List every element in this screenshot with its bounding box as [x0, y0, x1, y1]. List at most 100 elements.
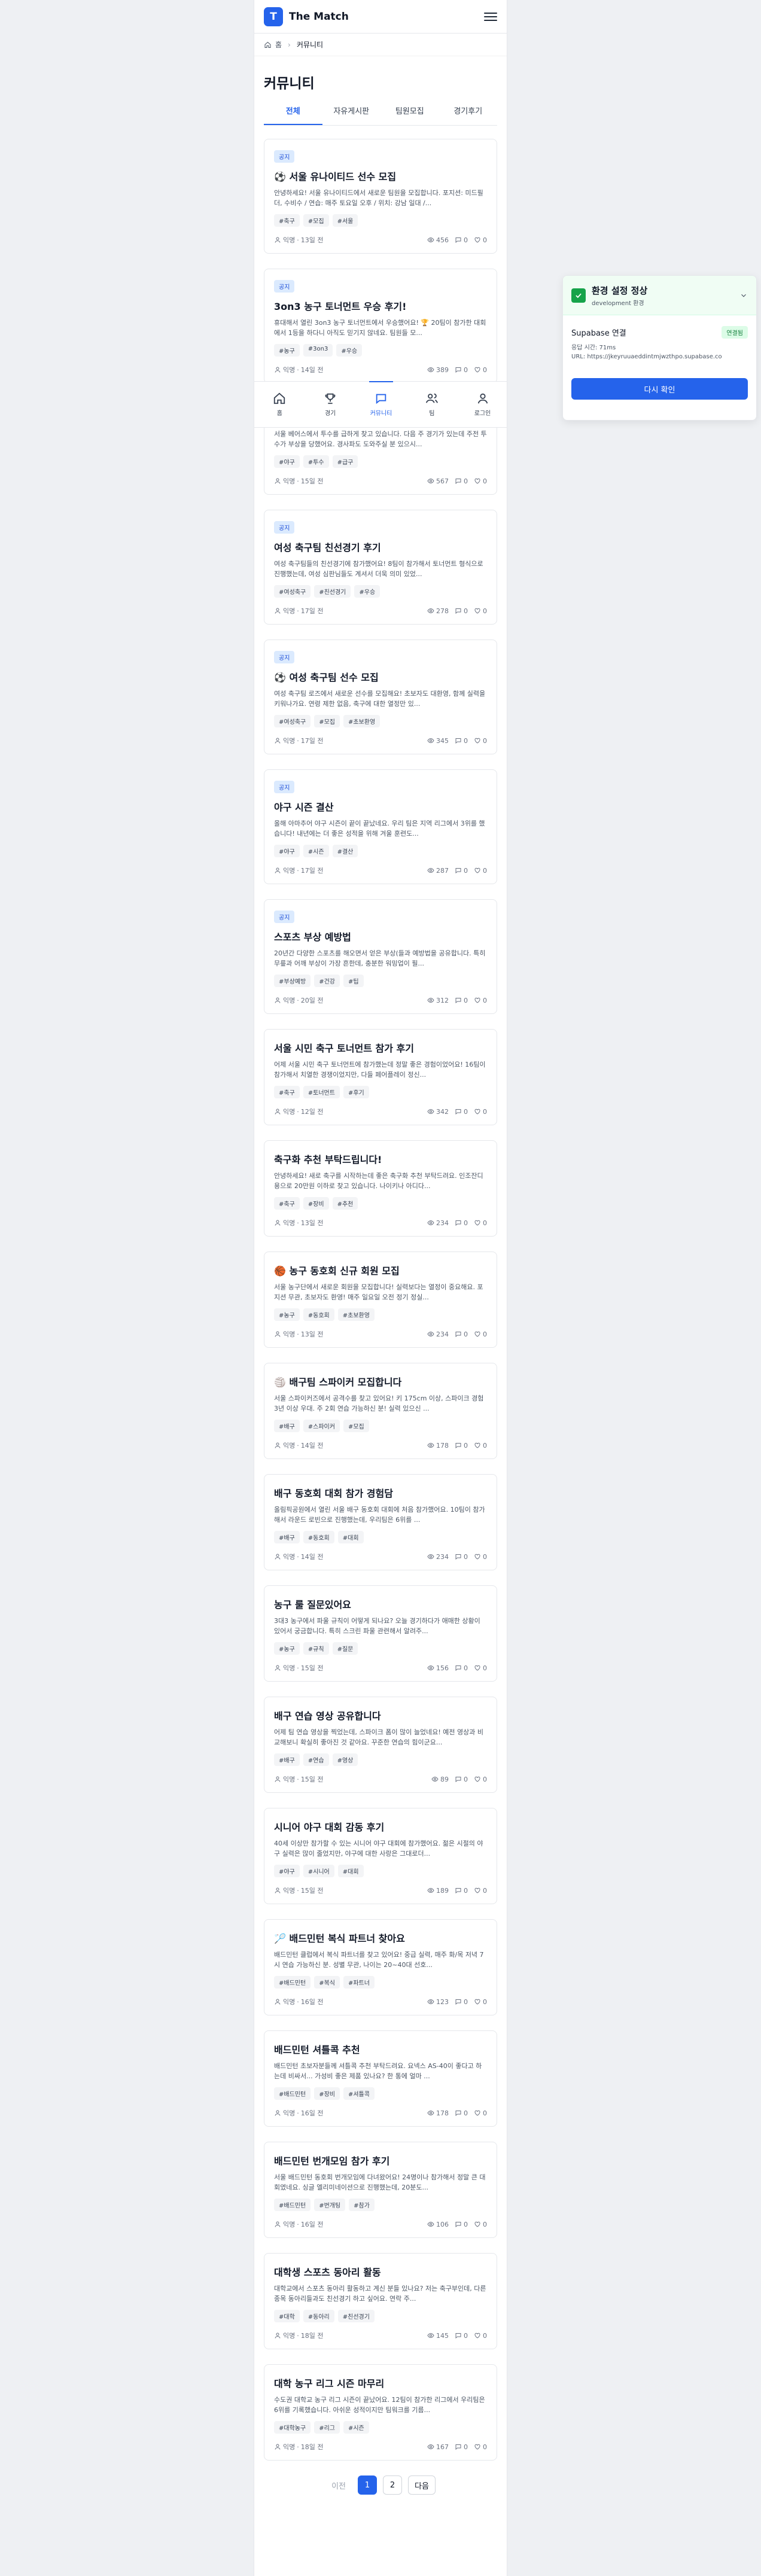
post-tag[interactable]: #대회	[337, 1531, 364, 1543]
post-tag[interactable]: #농구	[274, 1308, 300, 1321]
post-tag[interactable]: #배구	[274, 1753, 300, 1766]
post-tag[interactable]: #배구	[274, 1531, 300, 1543]
post-tag[interactable]: #모집	[343, 1420, 369, 1432]
post-title[interactable]: 🏐 배구팀 스파이커 모집합니다	[274, 1374, 487, 1389]
app-name[interactable]: The Match	[289, 11, 349, 23]
post-tag[interactable]: #배구	[274, 1420, 300, 1432]
post-title[interactable]: 배구 동호회 대회 참가 경험담	[274, 1485, 487, 1500]
post-title[interactable]: 대학 농구 리그 시즌 마무리	[274, 2376, 487, 2390]
post-card[interactable]: 🏸 배드민턴 복식 파트너 찾아요 배드민턴 클럽에서 복식 파트너를 찾고 있어…	[264, 1919, 497, 2015]
post-tag[interactable]: #친선경기	[337, 2310, 375, 2322]
post-tag[interactable]: #추천	[332, 1197, 358, 1210]
post-tag[interactable]: #급구	[332, 455, 358, 468]
post-title[interactable]: 대학생 스포츠 동아리 활동	[274, 2264, 487, 2279]
post-card[interactable]: 공지 야구 시즌 결산 올해 아마추어 야구 시즌이 끝이 끝났네요. 우리 팀은 …	[264, 769, 497, 884]
post-card[interactable]: 서울 시민 축구 토너먼트 참가 후기 어제 서울 시민 축구 토너먼트에 참가했…	[264, 1029, 497, 1125]
app-logo[interactable]: T	[264, 7, 283, 26]
post-tag[interactable]: #동호회	[303, 1308, 334, 1321]
tab-2[interactable]: 팀원모집	[380, 99, 439, 125]
nav-item-trophy[interactable]: 경기	[305, 382, 356, 427]
nav-item-team[interactable]: 팀	[406, 382, 457, 427]
post-card[interactable]: 시니어 야구 대회 감동 후기 40세 이상만 참가할 수 있는 시니어 야구 대…	[264, 1808, 497, 1904]
tab-1[interactable]: 자유게시판	[322, 99, 381, 125]
post-title[interactable]: 🏸 배드민턴 복식 파트너 찾아요	[274, 1931, 487, 1945]
env-panel-header[interactable]: 환경 설정 정상 development 환경	[563, 276, 756, 315]
post-card[interactable]: 대학생 스포츠 동아리 활동 대학교에서 스포츠 동아리 활동하고 계신 분들 있…	[264, 2253, 497, 2349]
breadcrumb-home[interactable]: 홈	[275, 39, 282, 50]
post-tag[interactable]: #초보환영	[337, 1308, 375, 1321]
post-tag[interactable]: #셔틀콕	[343, 2087, 375, 2100]
post-tag[interactable]: #부상예방	[274, 975, 311, 987]
tab-0[interactable]: 전체	[264, 99, 322, 125]
post-card[interactable]: 농구 룰 질문있어요 3대3 농구에서 파울 규칙이 어떻게 되나요? 오늘 경기…	[264, 1585, 497, 1682]
post-tag[interactable]: #모집	[303, 214, 329, 227]
post-title[interactable]: 야구 시즌 결산	[274, 799, 487, 814]
post-tag[interactable]: #서울	[332, 214, 358, 227]
post-tag[interactable]: #토너먼트	[303, 1086, 340, 1098]
post-tag[interactable]: #모집	[314, 715, 340, 727]
post-tag[interactable]: #대회	[337, 1865, 364, 1877]
post-tag[interactable]: #후기	[343, 1086, 369, 1098]
post-tag[interactable]: #시즌	[343, 2421, 369, 2434]
post-card[interactable]: 공지 ⚽ 여성 축구팀 선수 모집 여성 축구팀 로즈에서 새로운 선수를 모집해요…	[264, 640, 497, 754]
page-button-2[interactable]: 2	[383, 2475, 402, 2495]
post-card[interactable]: 공지 3on3 농구 토너먼트 우승 후기! 휴대해서 열린 3on3 농구 토너먼…	[264, 269, 497, 383]
post-tag[interactable]: #친선경기	[314, 585, 351, 598]
post-tag[interactable]: #동아리	[303, 2310, 334, 2322]
nav-item-chat[interactable]: 커뮤니티	[356, 381, 407, 427]
post-title[interactable]: ⚽ 여성 축구팀 선수 모집	[274, 669, 487, 684]
tab-3[interactable]: 경기후기	[439, 99, 498, 125]
post-card[interactable]: 배드민턴 셔틀콕 추천 배드민턴 초보자분들께 셔틀콕 추천 부탁드려요. 요넥스…	[264, 2030, 497, 2127]
post-tag[interactable]: #건강	[314, 975, 340, 987]
post-tag[interactable]: #장비	[303, 1197, 329, 1210]
post-tag[interactable]: #배드민턴	[274, 2087, 311, 2100]
menu-icon[interactable]	[484, 12, 497, 21]
nav-item-user[interactable]: 로그인	[457, 382, 507, 427]
post-tag[interactable]: #팁	[343, 975, 364, 987]
post-tag[interactable]: #장비	[314, 2087, 340, 2100]
post-title[interactable]: 농구 룰 질문있어요	[274, 1597, 487, 1611]
post-tag[interactable]: #대학농구	[274, 2421, 311, 2434]
nav-item-home[interactable]: 홈	[254, 382, 305, 427]
post-title[interactable]: 스포츠 부상 예방법	[274, 929, 487, 943]
post-title[interactable]: 서울 시민 축구 토너먼트 참가 후기	[274, 1040, 487, 1055]
post-card[interactable]: 배구 연습 영상 공유합니다 어제 팀 연습 영상을 찍었는데, 스파이크 폼이 …	[264, 1697, 497, 1793]
post-tag[interactable]: #파트너	[343, 1976, 375, 1989]
post-tag[interactable]: #여성축구	[274, 585, 311, 598]
post-tag[interactable]: #초보환영	[343, 715, 380, 727]
post-tag[interactable]: #동호회	[303, 1531, 334, 1543]
page-button-1[interactable]: 1	[358, 2475, 377, 2495]
post-title[interactable]: 배드민턴 번개모임 참가 후기	[274, 2153, 487, 2167]
post-card[interactable]: 배구 동호회 대회 참가 경험담 올림픽공원에서 열린 서울 배구 동호회 대회에…	[264, 1474, 497, 1570]
post-tag[interactable]: #야구	[274, 845, 300, 857]
post-tag[interactable]: #리그	[314, 2421, 340, 2434]
post-tag[interactable]: #번개팅	[314, 2199, 346, 2211]
post-tag[interactable]: #규칙	[303, 1642, 329, 1655]
next-page-button[interactable]: 다음	[408, 2475, 436, 2495]
post-title[interactable]: 🏀 농구 동호회 신규 회원 모집	[274, 1263, 487, 1277]
post-tag[interactable]: #농구	[274, 1642, 300, 1655]
post-tag[interactable]: #축구	[274, 214, 300, 227]
post-title[interactable]: ⚽ 서울 유나이티드 선수 모집	[274, 169, 487, 183]
post-tag[interactable]: #대학	[274, 2310, 300, 2322]
post-tag[interactable]: #배드민턴	[274, 2199, 311, 2211]
post-tag[interactable]: #시즌	[303, 845, 329, 857]
post-card[interactable]: 🏀 농구 동호회 신규 회원 모집 서울 농구단에서 새로운 회원을 모집합니다!…	[264, 1252, 497, 1348]
post-tag[interactable]: #우승	[336, 344, 363, 357]
post-card[interactable]: 🏐 배구팀 스파이커 모집합니다 서울 스파이커즈에서 공격수를 찾고 있어요! …	[264, 1363, 497, 1459]
post-title[interactable]: 시니어 야구 대회 감동 후기	[274, 1819, 487, 1834]
post-tag[interactable]: #스파이커	[303, 1420, 340, 1432]
post-tag[interactable]: #결산	[332, 845, 358, 857]
post-card[interactable]: 대학 농구 리그 시즌 마무리 수도권 대학교 농구 리그 시즌이 끝났어요. 1…	[264, 2364, 497, 2461]
post-title[interactable]: 3on3 농구 토너먼트 우승 후기!	[274, 299, 487, 313]
chevron-down-icon[interactable]	[739, 291, 748, 300]
post-title[interactable]: 여성 축구팀 친선경기 후기	[274, 540, 487, 554]
post-title[interactable]: 배드민턴 셔틀콕 추천	[274, 2042, 487, 2056]
post-card[interactable]: 공지 여성 축구팀 친선경기 후기 여성 축구팀들의 친선경기에 참가했어요! 8팀…	[264, 510, 497, 625]
post-card[interactable]: 공지 ⚽ 서울 유나이티드 선수 모집 안녕하세요! 서울 유나이티드에서 새로운 …	[264, 139, 497, 254]
post-tag[interactable]: #영상	[332, 1753, 358, 1766]
post-tag[interactable]: #축구	[274, 1086, 300, 1098]
post-tag[interactable]: #야구	[274, 455, 300, 468]
post-card[interactable]: 배드민턴 번개모임 참가 후기 서울 배드민턴 동호회 번개모임에 다녀왔어요! …	[264, 2142, 497, 2238]
post-tag[interactable]: #3on3	[303, 344, 333, 357]
